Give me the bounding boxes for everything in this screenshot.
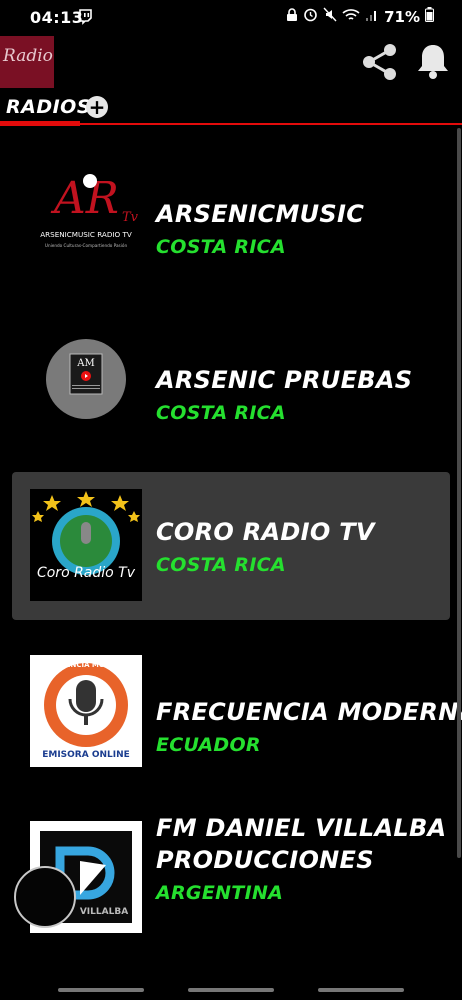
station-item[interactable]: FRECUENCIA MODERNA EMISORA ONLINE FRECUE…: [12, 638, 462, 786]
scrollbar[interactable]: [457, 128, 461, 858]
station-item[interactable]: AM ARSENIC PRUEBAS COSTA RICA: [12, 306, 450, 454]
station-logo: AM: [30, 323, 142, 435]
logo-text: Coro Radio Tv: [37, 565, 136, 581]
app-logo[interactable]: Radio: [0, 36, 54, 88]
tab-indicator: [0, 121, 80, 126]
battery-icon: [425, 7, 434, 26]
station-country: ECUADOR: [156, 734, 261, 756]
station-logo: AR Tv ARSENICMUSIC RADIO TV Uniendo Cult…: [30, 157, 142, 269]
status-time: 04:13: [30, 8, 84, 27]
station-logo: FRECUENCIA MODERNA EMISORA ONLINE: [30, 655, 142, 767]
alarm-icon: [303, 7, 318, 26]
battery-percent: 71%: [384, 7, 420, 26]
nav-bar-right: [318, 988, 404, 992]
station-name-line2: PRODUCCIONES: [156, 846, 374, 874]
station-country: COSTA RICA: [156, 554, 286, 576]
station-name-line1: FM DANIEL VILLALBA: [156, 814, 447, 842]
signal-icon: [365, 8, 379, 26]
station-logo: Coro Radio Tv: [30, 489, 142, 601]
station-name: CORO RADIO TV: [156, 518, 375, 546]
notification-bell-icon[interactable]: [416, 42, 450, 84]
lock-icon: [286, 7, 298, 26]
logo-text: VILLALBA: [80, 907, 128, 917]
logo-text: ARSENICMUSIC RADIO TV: [40, 230, 132, 239]
add-tab-button[interactable]: +: [86, 96, 108, 118]
station-item[interactable]: VILLALBA FM DANIEL VILLALBA PRODUCCIONES…: [12, 804, 450, 952]
station-country: ARGENTINA: [156, 882, 284, 904]
station-name: ARSENICMUSIC: [156, 200, 365, 228]
floating-player-button[interactable]: [14, 866, 76, 928]
logo-banner: EMISORA ONLINE: [42, 750, 130, 760]
twitch-icon: [78, 9, 92, 29]
station-name: FRECUENCIA MODERNA: [156, 698, 462, 726]
station-item-selected[interactable]: Coro Radio Tv CORO RADIO TV COSTA RICA: [12, 472, 450, 620]
status-bar: 04:13 71%: [0, 0, 462, 34]
station-country: COSTA RICA: [156, 236, 286, 258]
wifi-icon: [342, 8, 360, 26]
nav-bar-center: [188, 988, 274, 992]
logo-monogram: AM: [76, 358, 94, 369]
logo-arc-text: FRECUENCIA MODERNA: [40, 661, 133, 669]
nav-bar-left: [58, 988, 144, 992]
status-icons: 71%: [286, 7, 434, 26]
mute-icon: [323, 7, 337, 26]
share-icon[interactable]: [360, 42, 400, 86]
station-item[interactable]: AR Tv ARSENICMUSIC RADIO TV Uniendo Cult…: [12, 140, 450, 288]
app-logo-text: Radio: [3, 46, 53, 66]
tab-radios[interactable]: RADIOS: [6, 96, 91, 118]
logo-tv: Tv: [122, 210, 139, 225]
logo-subtext: Uniendo Culturas-Compartiendo Pasión: [45, 243, 128, 248]
app-bar: Radio: [0, 34, 462, 92]
station-country: COSTA RICA: [156, 402, 286, 424]
station-name: ARSENIC PRUEBAS: [156, 366, 413, 394]
